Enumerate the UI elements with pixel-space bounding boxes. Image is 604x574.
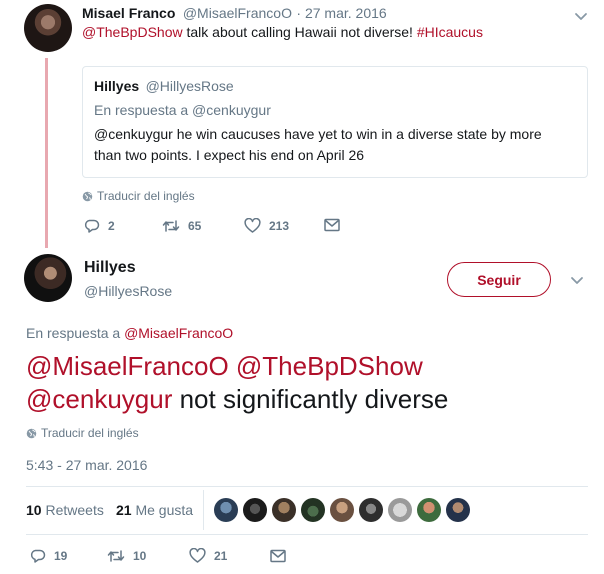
translate-link[interactable]: Traducir del inglés: [26, 426, 139, 440]
quote-author-name: Hillyes: [94, 78, 140, 94]
liker-avatar[interactable]: [301, 498, 325, 522]
retweet-stat-count: 10: [26, 502, 42, 518]
stats-separator: [203, 490, 204, 530]
mention-link[interactable]: @TheBpDShow: [236, 351, 423, 381]
reply-action[interactable]: 19: [30, 548, 67, 564]
retweet-count: 10: [133, 549, 147, 563]
avatar[interactable]: [24, 254, 72, 302]
author-handle[interactable]: @HillyesRose: [84, 283, 172, 299]
quote-text-line-1: @cenkuygur he win caucuses have yet to w…: [94, 126, 542, 142]
like-count: 21: [214, 549, 228, 563]
message-action[interactable]: [324, 218, 340, 232]
tweet-timestamp[interactable]: 5:43 - 27 mar. 2016: [26, 457, 147, 473]
follow-button[interactable]: Seguir: [447, 262, 551, 297]
thread-connector-line: [45, 58, 48, 248]
liker-avatar[interactable]: [446, 498, 470, 522]
tweet-header: Misael Franco @MisaelFrancoO · 27 mar. 2…: [82, 5, 387, 23]
retweet-action[interactable]: 65: [162, 218, 201, 234]
hashtag-link[interactable]: #HIcaucus: [417, 24, 483, 40]
reply-icon: [84, 219, 100, 233]
globe-icon: [26, 428, 37, 438]
translate-link[interactable]: Traducir del inglés: [82, 189, 195, 203]
mention-link[interactable]: @TheBpDShow: [82, 24, 183, 40]
chevron-down-icon[interactable]: [574, 9, 588, 23]
liker-avatar[interactable]: [272, 498, 296, 522]
reply-count: 19: [54, 549, 68, 563]
translate-label: Traducir del inglés: [41, 426, 139, 440]
like-stat-label: Me gusta: [135, 502, 194, 518]
reply-count: 2: [108, 219, 115, 233]
like-action[interactable]: 21: [189, 548, 227, 564]
liker-avatar[interactable]: [214, 498, 238, 522]
retweet-icon: [162, 220, 180, 232]
liker-avatar[interactable]: [388, 498, 412, 522]
tweet-body: talk about calling Hawaii not diverse!: [182, 24, 417, 40]
retweet-count: 65: [188, 219, 202, 233]
liker-avatar[interactable]: [243, 498, 267, 522]
author-name[interactable]: Misael Franco: [82, 5, 175, 21]
heart-icon: [189, 548, 206, 563]
liker-avatar[interactable]: [417, 498, 441, 522]
liker-avatar[interactable]: [359, 498, 383, 522]
retweet-stats[interactable]: 10 Retweets: [26, 502, 104, 518]
like-stats[interactable]: 21 Me gusta: [116, 502, 193, 518]
tweet-text: @TheBpDShow talk about calling Hawaii no…: [82, 22, 483, 42]
like-stat-count: 21: [116, 502, 132, 518]
quote-reply-context: En respuesta a @cenkuygur: [94, 102, 271, 118]
reply-prefix: En respuesta a: [26, 325, 125, 341]
mention-link[interactable]: @cenkuygur: [26, 384, 172, 414]
avatar[interactable]: [24, 4, 72, 52]
quoted-tweet[interactable]: Hillyes @HillyesRose En respuesta a @cen…: [82, 66, 588, 178]
retweet-icon: [107, 550, 125, 562]
quote-author-handle: @HillyesRose: [145, 78, 234, 94]
like-action[interactable]: 213: [244, 218, 289, 234]
message-action[interactable]: [270, 549, 286, 563]
heart-icon: [244, 218, 261, 233]
retweet-stat-label: Retweets: [45, 502, 104, 518]
author-handle[interactable]: @MisaelFrancoO: [183, 5, 292, 21]
chevron-down-icon[interactable]: [570, 273, 584, 287]
mention-link[interactable]: @MisaelFrancoO: [26, 351, 229, 381]
reply-action[interactable]: 2: [84, 218, 115, 234]
quote-text-line-2: than two points. I expect his end on Apr…: [94, 147, 365, 163]
translate-label: Traducir del inglés: [97, 189, 195, 203]
like-count: 213: [269, 219, 290, 233]
reply-context: En respuesta a @MisaelFrancoO: [26, 325, 233, 341]
divider: [26, 486, 588, 487]
tweet-body: not significantly diverse: [172, 384, 449, 414]
reply-icon: [30, 549, 46, 563]
tweet-text: @MisaelFrancoO @TheBpDShow @cenkuygur no…: [26, 350, 586, 416]
liker-avatar[interactable]: [330, 498, 354, 522]
retweet-action[interactable]: 10: [107, 548, 146, 564]
envelope-icon: [270, 549, 286, 563]
quote-header: Hillyes @HillyesRose: [94, 78, 234, 96]
divider: [26, 534, 588, 535]
tweet-date[interactable]: · 27 mar. 2016: [296, 5, 386, 21]
follow-button-label: Seguir: [477, 271, 521, 288]
globe-icon: [82, 191, 93, 201]
envelope-icon: [324, 218, 340, 232]
likers-avatars: [214, 498, 470, 522]
reply-mention-link[interactable]: @MisaelFrancoO: [124, 325, 233, 341]
author-name[interactable]: Hillyes: [84, 259, 136, 277]
